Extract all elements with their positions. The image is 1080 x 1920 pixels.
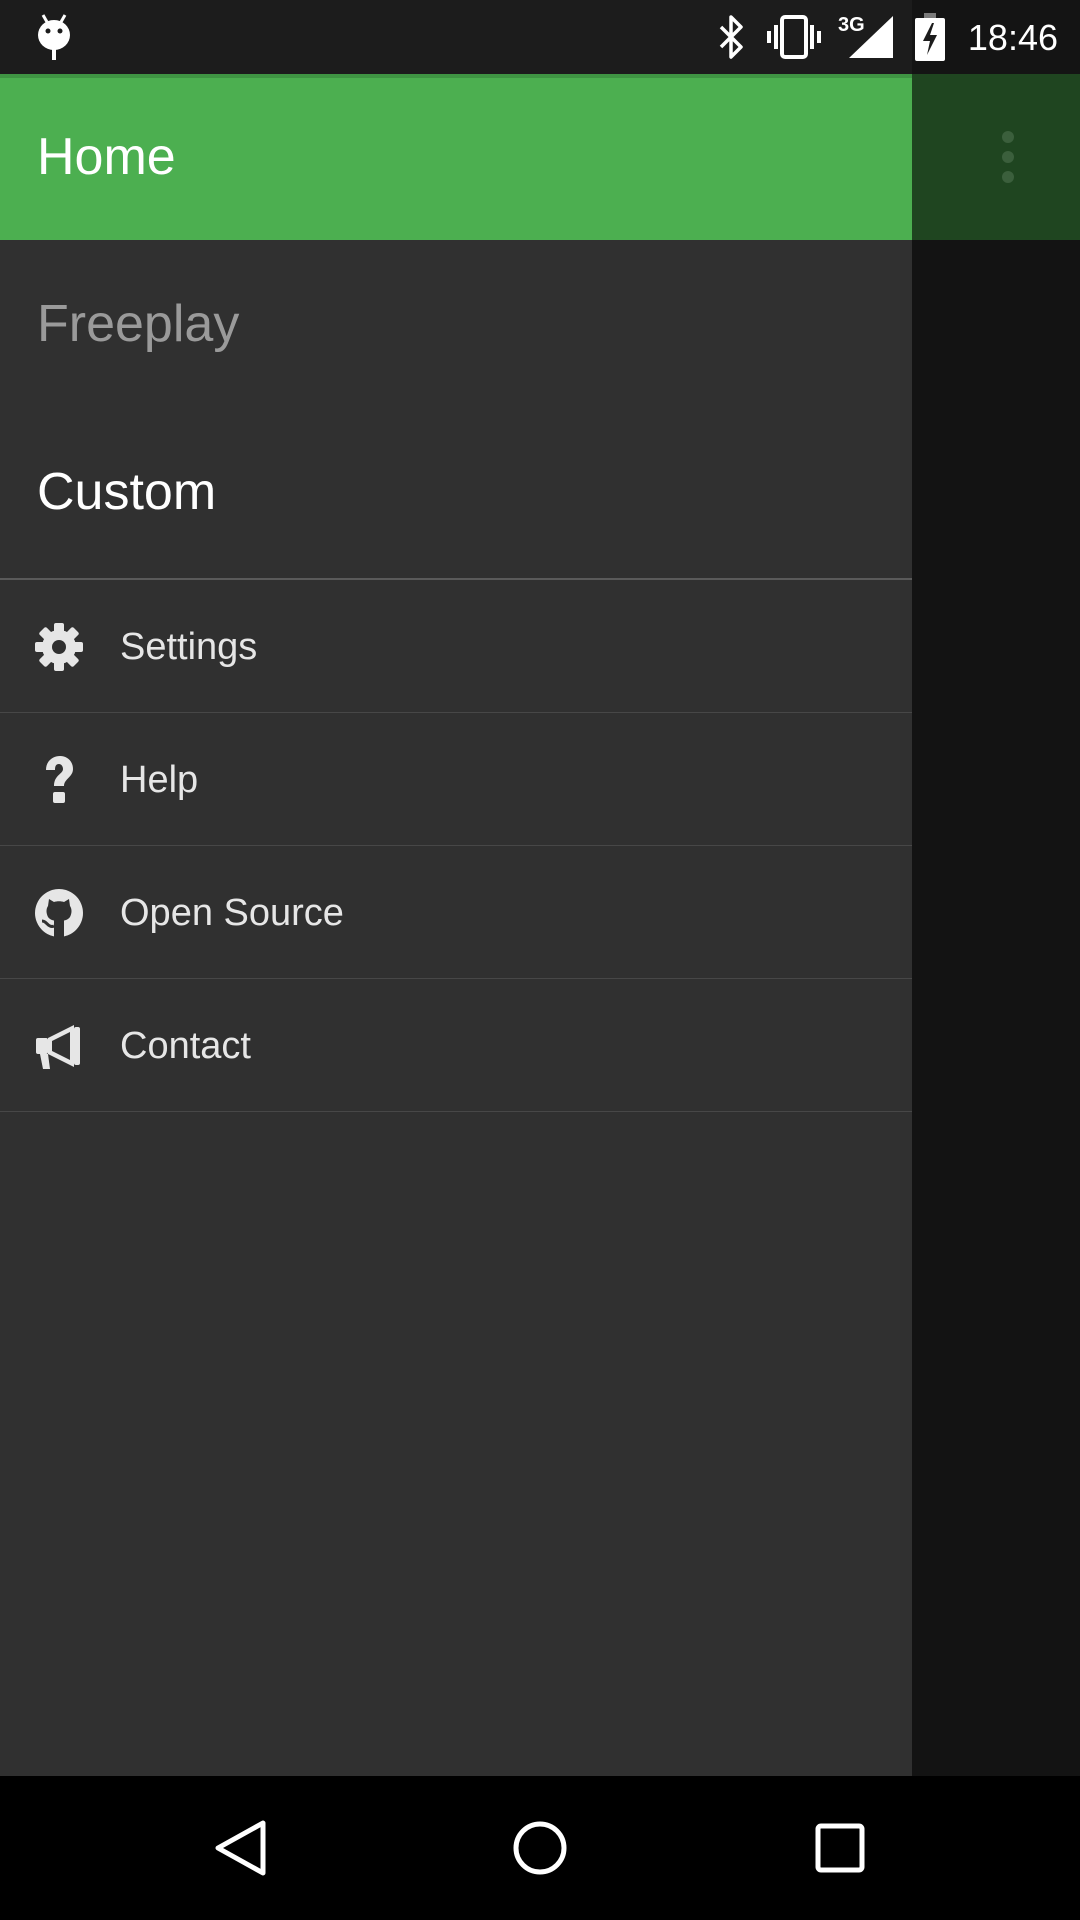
back-icon[interactable] (200, 1776, 280, 1920)
drawer-header-title: Home (37, 128, 176, 186)
menu-item-label: Help (120, 759, 199, 801)
github-icon (35, 889, 83, 938)
bluetooth-icon (712, 0, 752, 74)
gear-icon (35, 623, 83, 671)
drawer-item-freeplay[interactable]: Freeplay (0, 240, 912, 408)
recents-icon[interactable] (800, 1776, 880, 1920)
menu-item-contact[interactable]: Contact (0, 979, 912, 1112)
clock: 18:46 (967, 17, 1058, 58)
home-icon[interactable] (500, 1776, 580, 1920)
drawer-item-label: Custom (37, 463, 217, 521)
battery-charging-icon (914, 0, 946, 74)
menu-item-open-source[interactable]: Open Source (0, 846, 912, 979)
status-bar: 3G 18:46 (0, 0, 1080, 74)
menu-item-settings[interactable]: Settings (0, 580, 912, 713)
drawer-header-home[interactable]: Home (0, 74, 912, 240)
navigation-drawer: Home Freeplay Custom Settings Help Open … (0, 74, 912, 1776)
vibrate-icon (764, 0, 824, 74)
background-toolbar (912, 74, 1080, 240)
drawer-scrim[interactable] (912, 240, 1080, 1776)
menu-item-label: Contact (120, 1025, 251, 1067)
question-icon (46, 756, 73, 803)
system-nav-bar (0, 1776, 1080, 1920)
drawer-item-custom[interactable]: Custom (0, 408, 912, 576)
menu-item-label: Open Source (120, 892, 344, 934)
menu-item-help[interactable]: Help (0, 713, 912, 846)
drawer-item-label: Freeplay (37, 295, 240, 353)
megaphone-icon (36, 1025, 80, 1069)
menu-item-label: Settings (120, 626, 258, 668)
signal-icon (846, 0, 894, 74)
android-debug-icon (34, 0, 74, 74)
more-vert-icon[interactable] (998, 130, 1018, 184)
